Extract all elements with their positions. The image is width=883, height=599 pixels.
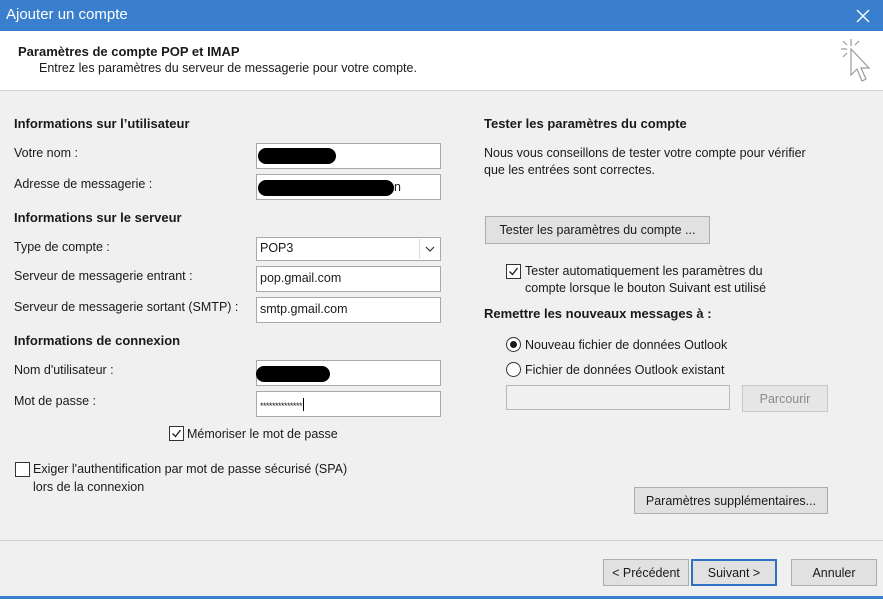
checkmark-icon — [509, 267, 519, 276]
title-bar: Ajouter un compte — [0, 0, 883, 31]
spa-checkbox[interactable] — [15, 462, 30, 477]
existing-data-file-radio[interactable] — [506, 362, 521, 377]
test-description-line1: Nous vous conseillons de tester votre co… — [484, 146, 806, 160]
spa-label-line2: lors de la connexion — [33, 480, 145, 494]
header-title: Paramètres de compte POP et IMAP — [18, 44, 240, 59]
name-field[interactable] — [256, 143, 441, 169]
auto-test-label-line1: Tester automatiquement les paramètres du — [525, 264, 763, 278]
spa-label-line1: Exiger l'authentification par mot de pas… — [33, 462, 348, 476]
more-settings-button[interactable]: Paramètres supplémentaires... — [634, 487, 828, 514]
previous-button[interactable]: < Précédent — [603, 559, 689, 586]
redacted-name — [258, 148, 336, 164]
new-data-file-label: Nouveau fichier de données Outlook — [525, 338, 728, 352]
account-type-select[interactable]: POP3 — [256, 237, 441, 261]
checkmark-icon — [172, 429, 182, 438]
redacted-username — [256, 366, 330, 382]
test-settings-button[interactable]: Tester les paramètres du compte ... — [485, 216, 710, 244]
test-description-line2: que les entrées sont correctes. — [484, 163, 655, 177]
deliver-heading: Remettre les nouveaux messages à : — [484, 306, 712, 321]
password-field[interactable]: ************** — [256, 391, 441, 417]
outgoing-server-value: smtp.gmail.com — [260, 302, 348, 316]
user-info-heading: Informations sur l’utilisateur — [14, 116, 190, 131]
auto-test-label-line2: compte lorsque le bouton Suivant est uti… — [525, 281, 767, 295]
cancel-button[interactable]: Annuler — [791, 559, 877, 586]
close-button[interactable] — [843, 0, 883, 31]
next-button[interactable]: Suivant > — [691, 559, 777, 586]
browse-button[interactable]: Parcourir — [742, 385, 828, 412]
test-heading: Tester les paramètres du compte — [484, 116, 687, 131]
new-data-file-radio[interactable] — [506, 337, 521, 352]
incoming-server-label: Serveur de messagerie entrant : — [14, 269, 193, 283]
chevron-down-icon — [425, 246, 434, 252]
existing-data-file-path-field[interactable] — [506, 385, 730, 410]
redacted-email — [258, 180, 394, 196]
account-type-value: POP3 — [260, 241, 294, 255]
password-value: ************** — [260, 401, 303, 411]
login-info-heading: Informations de connexion — [14, 333, 181, 348]
server-info-heading: Informations sur le serveur — [14, 210, 182, 225]
email-field[interactable]: n — [256, 174, 441, 200]
email-label: Adresse de messagerie : — [14, 177, 153, 191]
remember-password-checkbox[interactable] — [169, 426, 184, 441]
close-icon — [856, 9, 870, 22]
outgoing-server-field[interactable]: smtp.gmail.com — [256, 297, 441, 323]
username-label: Nom d'utilisateur : — [14, 363, 114, 377]
header-subtitle: Entrez les paramètres du serveur de mess… — [39, 61, 417, 75]
account-type-dropdown-button[interactable] — [419, 239, 439, 259]
name-label: Votre nom : — [14, 146, 78, 160]
incoming-server-field[interactable]: pop.gmail.com — [256, 266, 441, 292]
existing-data-file-label: Fichier de données Outlook existant — [525, 363, 725, 377]
remember-password-label: Mémoriser le mot de passe — [187, 427, 338, 441]
window-title: Ajouter un compte — [6, 6, 128, 23]
outgoing-server-label: Serveur de messagerie sortant (SMTP) : — [14, 300, 239, 314]
account-type-label: Type de compte : — [14, 240, 110, 254]
password-label: Mot de passe : — [14, 394, 96, 408]
dialog-header: Paramètres de compte POP et IMAP Entrez … — [0, 31, 883, 91]
text-caret — [303, 398, 305, 411]
incoming-server-value: pop.gmail.com — [260, 271, 342, 285]
footer-divider — [0, 540, 883, 541]
username-field[interactable] — [256, 360, 441, 386]
auto-test-checkbox[interactable] — [506, 264, 521, 279]
cursor-click-icon — [841, 39, 871, 82]
email-value-tail: n — [394, 180, 401, 194]
